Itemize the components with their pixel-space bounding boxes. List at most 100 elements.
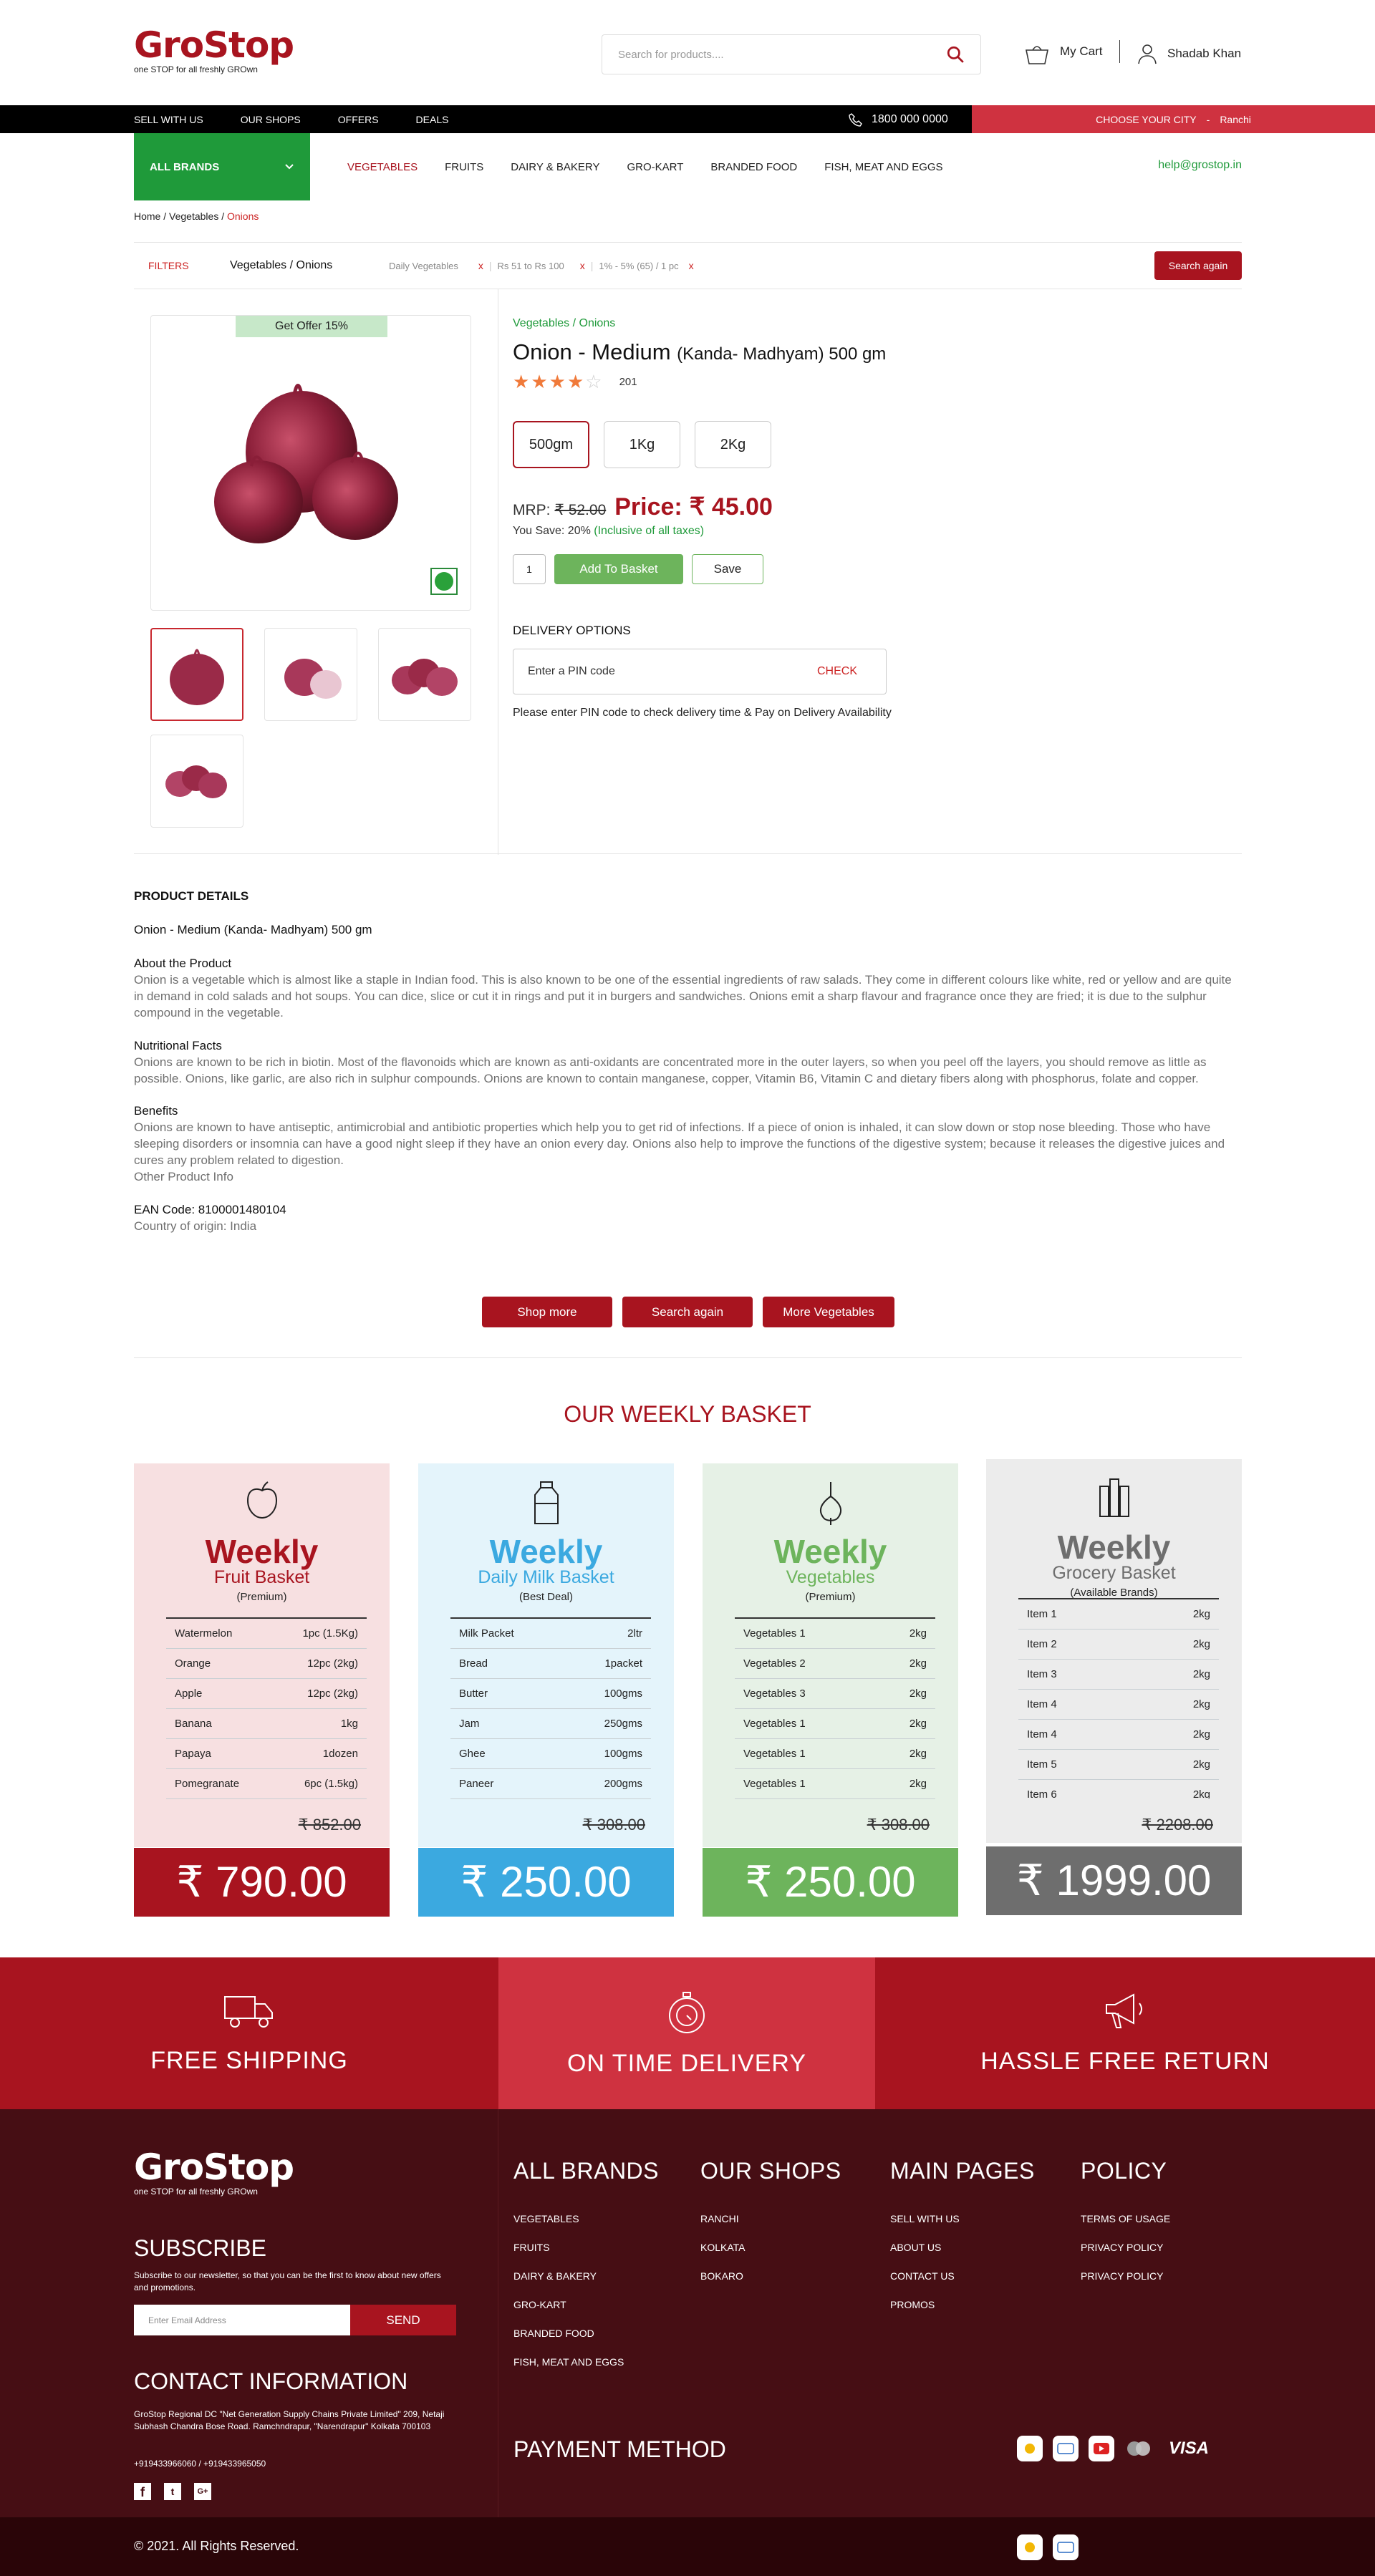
- remove-filter-2[interactable]: x: [580, 260, 585, 271]
- thumbnail-onion-image: [392, 659, 458, 696]
- item-name: Vegetables 1: [735, 1708, 875, 1739]
- card-title: Weekly: [773, 1533, 887, 1570]
- items-table-wrap[interactable]: Watermelon 1pc (1.5Kg) Orange 12pc (2kg) App…: [134, 1617, 390, 1805]
- milk-bottle-icon: [418, 1481, 674, 1530]
- cart-link[interactable]: My Cart: [1024, 43, 1103, 66]
- items-table-wrap[interactable]: Vegetables 1 2kg Vegetables 2 2kg Vegetables…: [703, 1617, 958, 1805]
- footer-logo[interactable]: GroStop one STOP for all freshly GROwn: [134, 2149, 294, 2197]
- section-divider: [134, 853, 1242, 854]
- footer-link[interactable]: ABOUT US: [890, 2233, 1035, 2262]
- twitter-icon[interactable]: t: [164, 2483, 181, 2500]
- item-name: Banana: [166, 1708, 273, 1739]
- remove-filter-3[interactable]: x: [689, 260, 694, 271]
- breadcrumb-category[interactable]: Vegetables: [169, 210, 218, 222]
- weekly-title: OUR WEEKLY BASKET: [564, 1401, 811, 1427]
- size-2kg[interactable]: 2Kg: [695, 421, 771, 468]
- card-price[interactable]: ₹ 1999.00: [986, 1846, 1242, 1915]
- save-button[interactable]: Save: [692, 554, 763, 584]
- help-email[interactable]: help@grostop.in: [1158, 159, 1242, 172]
- items-table-wrap[interactable]: Item 1 2kg Item 2 2kg Item 3 2kg Item 4 2kg Item…: [986, 1598, 1242, 1798]
- card-price[interactable]: ₹ 250.00: [418, 1848, 674, 1917]
- footer-link[interactable]: SELL WITH US: [890, 2204, 1035, 2233]
- card-price[interactable]: ₹ 790.00: [134, 1848, 390, 1917]
- item-qty: 2kg: [874, 1678, 935, 1709]
- onion-main-image[interactable]: [208, 373, 416, 552]
- check-button[interactable]: CHECK: [817, 665, 857, 678]
- weekly-card[interactable]: Weekly Vegetables (Premium) Vegetables 1 2kg…: [703, 1463, 958, 1917]
- footer-link[interactable]: PRIVACY POLICY: [1081, 2262, 1170, 2290]
- size-1kg[interactable]: 1Kg: [604, 421, 680, 468]
- breadcrumb-current: Onions: [227, 210, 259, 222]
- weekly-card[interactable]: Weekly Grocery Basket (Available Brands) It…: [986, 1459, 1242, 1915]
- thumbnail-4[interactable]: [150, 735, 243, 828]
- top-link-offers[interactable]: OFFERS: [338, 114, 379, 125]
- footer-link[interactable]: FRUITS: [513, 2233, 659, 2262]
- footer-column: POLICY TERMS OF USAGE PRIVACY POLICY PRIVAC…: [1081, 2158, 1170, 2290]
- top-link-sell[interactable]: SELL WITH US: [134, 114, 203, 125]
- more-vegetables-button[interactable]: More Vegetables: [763, 1297, 894, 1327]
- shop-more-button[interactable]: Shop more: [482, 1297, 612, 1327]
- facebook-icon[interactable]: f: [134, 2483, 151, 2500]
- pin-input[interactable]: Enter a PIN code: [528, 665, 615, 678]
- footer-link[interactable]: PROMOS: [890, 2290, 1035, 2319]
- send-button[interactable]: SEND: [350, 2305, 456, 2335]
- nav-dairy[interactable]: DAIRY & BAKERY: [511, 161, 599, 173]
- thumbnail-1[interactable]: [150, 628, 243, 721]
- nav-fruits[interactable]: FRUITS: [445, 161, 483, 173]
- thumbnail-2[interactable]: [264, 628, 357, 721]
- remove-filter-1[interactable]: x: [478, 260, 483, 271]
- search-again-button[interactable]: Search again: [1154, 251, 1242, 280]
- search-bar[interactable]: Search for products....: [602, 34, 981, 74]
- bottom-payment-icons: [1017, 2534, 1079, 2560]
- items-table: Watermelon 1pc (1.5Kg) Orange 12pc (2kg) App…: [166, 1617, 367, 1799]
- footer-link[interactable]: TERMS OF USAGE: [1081, 2204, 1170, 2233]
- items-table-wrap[interactable]: Milk Packet 2ltr Bread 1packet Butter 100gms J…: [418, 1617, 674, 1805]
- items-table: Milk Packet 2ltr Bread 1packet Butter 100gms J…: [450, 1617, 651, 1799]
- top-bar: SELL WITH US OUR SHOPS OFFERS DEALS 1800…: [0, 105, 1375, 133]
- item-qty: 2kg: [874, 1738, 935, 1769]
- footer-link[interactable]: DAIRY & BAKERY: [513, 2262, 659, 2290]
- card-title: Weekly: [1057, 1529, 1171, 1566]
- star-icon: ☆: [585, 371, 602, 392]
- search-again-bottom-button[interactable]: Search again: [622, 1297, 753, 1327]
- item-name: Bread: [450, 1648, 564, 1679]
- email-input[interactable]: Enter Email Address: [134, 2305, 350, 2335]
- footer-link[interactable]: BOKARO: [700, 2262, 841, 2290]
- nav-gro-kart[interactable]: GRO-KART: [627, 161, 684, 173]
- top-link-deals[interactable]: DEALS: [416, 114, 449, 125]
- nav-vegetables[interactable]: VEGETABLES: [347, 161, 418, 173]
- pin-field[interactable]: Enter a PIN code CHECK: [513, 649, 887, 694]
- card-price[interactable]: ₹ 250.00: [703, 1848, 958, 1917]
- footer-link[interactable]: GRO-KART: [513, 2290, 659, 2319]
- google-plus-icon[interactable]: G+: [194, 2483, 211, 2500]
- item-qty: 250gms: [564, 1708, 651, 1739]
- about-text: Onion is a vegetable which is almost lik…: [134, 972, 1232, 1020]
- size-500gm[interactable]: 500gm: [513, 421, 589, 468]
- quantity-input[interactable]: 1: [513, 554, 546, 584]
- all-brands-dropdown[interactable]: ALL BRANDS: [134, 133, 310, 200]
- top-link-shops[interactable]: OUR SHOPS: [241, 114, 301, 125]
- thumbnail-3[interactable]: [378, 628, 471, 721]
- add-to-basket-button[interactable]: Add To Basket: [554, 554, 683, 584]
- site-logo[interactable]: GroStop one STOP for all freshly GROwn: [134, 27, 294, 77]
- card-tag: (Premium): [236, 1591, 287, 1603]
- footer-link[interactable]: FISH, MEAT AND EGGS: [513, 2348, 659, 2376]
- weekly-card[interactable]: Weekly Fruit Basket (Premium) Watermelon 1pc…: [134, 1463, 390, 1917]
- user-account[interactable]: Shadab Khan: [1137, 43, 1241, 64]
- search-icon[interactable]: [946, 45, 965, 64]
- footer-link[interactable]: CONTACT US: [890, 2262, 1035, 2290]
- search-input[interactable]: Search for products....: [618, 49, 946, 61]
- star-icon: ★: [549, 371, 566, 392]
- city-selector[interactable]: CHOOSE YOUR CITY - Ranchi: [972, 105, 1375, 133]
- footer-link[interactable]: PRIVACY POLICY: [1081, 2233, 1170, 2262]
- nav-branded-food[interactable]: BRANDED FOOD: [710, 161, 797, 173]
- footer-link[interactable]: VEGETABLES: [513, 2204, 659, 2233]
- bottom-actions: Shop more Search again More Vegetables: [482, 1297, 894, 1327]
- footer-link[interactable]: KOLKATA: [700, 2233, 841, 2262]
- nav-fish-meat[interactable]: FISH, MEAT AND EGGS: [824, 161, 942, 173]
- footer-link[interactable]: RANCHI: [700, 2204, 841, 2233]
- weekly-card[interactable]: Weekly Daily Milk Basket (Best Deal) Milk P…: [418, 1463, 674, 1917]
- product-category[interactable]: Vegetables / Onions: [513, 317, 615, 330]
- footer-link[interactable]: BRANDED FOOD: [513, 2319, 659, 2348]
- breadcrumb-home[interactable]: Home: [134, 210, 160, 222]
